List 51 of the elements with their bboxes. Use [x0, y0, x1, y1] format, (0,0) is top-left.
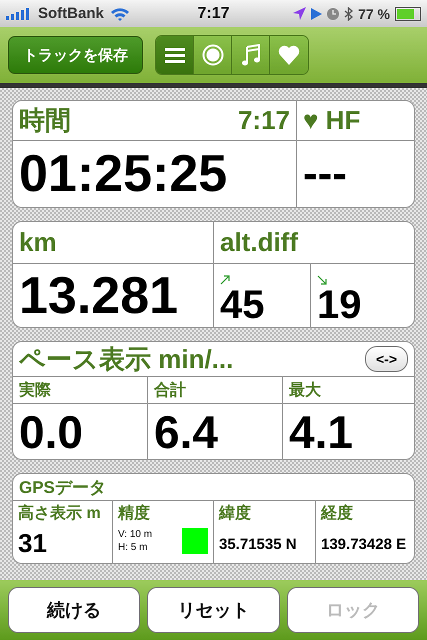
- altitude-diff-label: alt.diff: [220, 227, 298, 258]
- record-icon: [202, 44, 224, 66]
- play-icon: [311, 8, 322, 20]
- pace-value: 4.1: [289, 404, 353, 458]
- toggle-button[interactable]: <->: [364, 346, 408, 372]
- heart-rate-value: ---: [303, 149, 347, 199]
- battery-icon: [395, 6, 421, 20]
- gps-title: GPSデータ: [19, 476, 106, 498]
- location-arrow-icon: [293, 7, 306, 20]
- horizontal-accuracy: H: 5 m: [118, 542, 148, 553]
- save-track-button[interactable]: トラックを保存: [8, 36, 143, 74]
- pace-label: 最大: [289, 380, 321, 400]
- pace-value: 0.0: [19, 404, 83, 458]
- descent-value: 19: [317, 285, 362, 325]
- accuracy-label: 精度: [118, 503, 150, 524]
- altitude-label: 高さ表示 m: [18, 503, 101, 524]
- heart-tab[interactable]: [270, 36, 308, 74]
- wifi-icon: [110, 6, 130, 20]
- pace-label: 実際: [19, 380, 51, 400]
- pace-title: ペース表示 min/...: [19, 342, 234, 376]
- longitude-label: 経度: [321, 503, 353, 524]
- list-tab[interactable]: [156, 36, 194, 74]
- carrier-name: SoftBank: [38, 5, 104, 22]
- music-note-icon: [242, 44, 260, 66]
- action-button[interactable]: リセット: [147, 587, 280, 633]
- elapsed-time: 01:25:25: [19, 144, 228, 204]
- ascent-value: 45: [220, 285, 264, 325]
- pace-value: 6.4: [154, 404, 218, 458]
- vertical-accuracy: V: 10 m: [118, 529, 152, 540]
- clock-time: 7:17: [238, 105, 290, 136]
- music-tab[interactable]: [232, 36, 270, 74]
- signal-icon: [6, 8, 32, 20]
- ascent-arrow-icon: [220, 275, 230, 285]
- latitude-value: 35.71535 N: [219, 536, 297, 553]
- clock-icon: [327, 8, 340, 20]
- descent-arrow-icon: [317, 275, 327, 285]
- bluetooth-icon: [344, 6, 354, 20]
- battery-percent: 77 %: [358, 6, 390, 22]
- pace-label: 合計: [154, 380, 186, 400]
- altitude-value: 31: [18, 528, 47, 559]
- latitude-label: 緯度: [219, 503, 251, 524]
- heart-rate-label: ♥ HF: [303, 105, 360, 136]
- status-time: 7:17: [197, 4, 230, 22]
- heart-icon: [278, 45, 300, 65]
- distance-label: km: [19, 227, 57, 258]
- time-label: 時間: [19, 104, 71, 137]
- longitude-value: 139.73428 E: [321, 536, 406, 553]
- menu-icon: [164, 47, 184, 63]
- distance-value: 13.281: [19, 266, 178, 326]
- action-button[interactable]: 続ける: [8, 587, 140, 633]
- record-tab[interactable]: [194, 36, 232, 74]
